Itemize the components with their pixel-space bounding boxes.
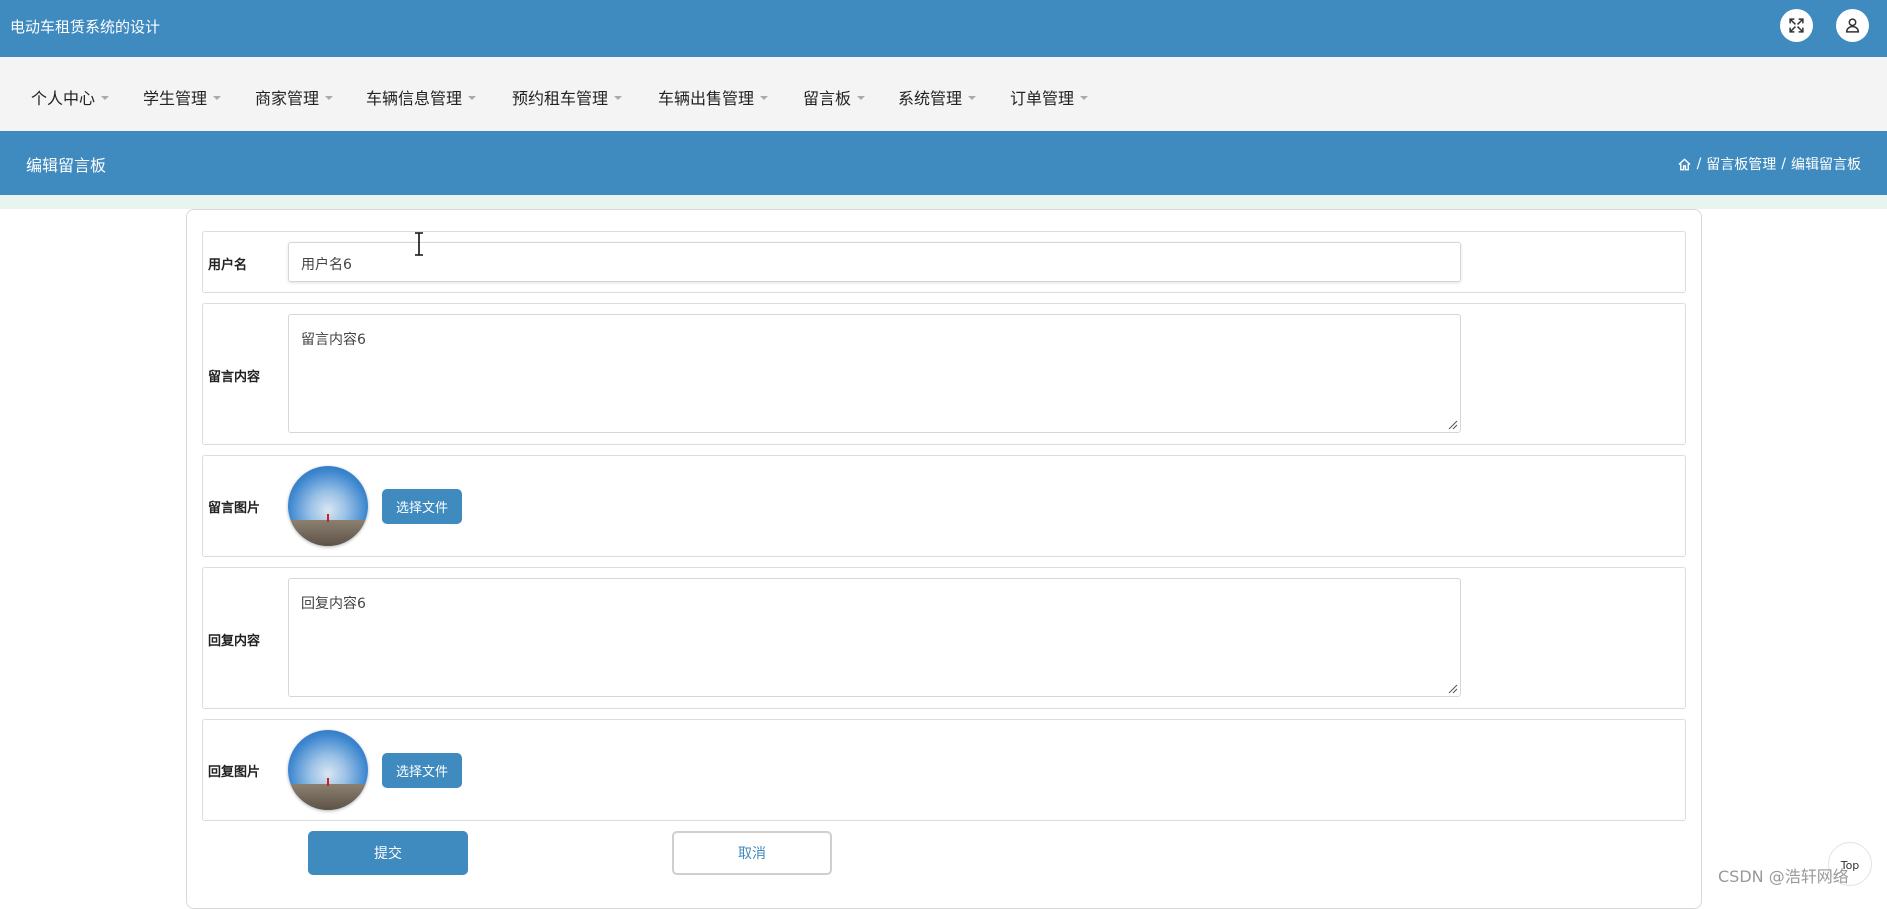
text-cursor-icon — [415, 232, 423, 256]
menu-item-label: 系统管理 — [898, 89, 963, 108]
menu-item-label: 个人中心 — [31, 89, 96, 108]
breadcrumb-item-message-board-management[interactable]: 留言板管理 — [1706, 154, 1776, 174]
thumbnail-ground — [288, 784, 368, 810]
breadcrumb-item-edit-message-board: 编辑留言板 — [1791, 157, 1861, 173]
caret-down-icon — [857, 95, 866, 100]
menu-item-label: 订单管理 — [1010, 89, 1075, 108]
breadcrumb-separator: / — [1696, 156, 1702, 172]
menu-item-orders[interactable]: 订单管理 — [1010, 85, 1089, 109]
message-image-thumbnail — [288, 466, 368, 546]
menu-item-rental-booking[interactable]: 预约租车管理 — [512, 85, 623, 109]
message-content-value: 留言内容6 — [301, 332, 366, 348]
breadcrumb-separator: / — [1781, 156, 1786, 172]
caret-down-icon — [1080, 95, 1089, 100]
menu-item-system[interactable]: 系统管理 — [898, 85, 977, 109]
thumbnail-figure — [327, 514, 329, 522]
main-menu: 个人中心 学生管理 商家管理 车辆信息管理 预约租车管理 车辆出售管理 留言板 … — [0, 57, 1887, 131]
menu-item-vehicle-sales[interactable]: 车辆出售管理 — [658, 85, 769, 109]
menu-item-students[interactable]: 学生管理 — [143, 85, 222, 109]
caret-down-icon — [101, 95, 110, 100]
menu-item-label: 商家管理 — [255, 89, 320, 108]
menu-item-merchants[interactable]: 商家管理 — [255, 85, 334, 109]
reply-content-label: 回复内容 — [208, 634, 261, 649]
menu-item-label: 留言板 — [803, 89, 852, 108]
form-row-message-image: 留言图片 选择文件 — [202, 455, 1686, 557]
user-icon — [1845, 18, 1860, 33]
resize-grip-icon[interactable] — [1446, 418, 1458, 430]
menu-item-message-board[interactable]: 留言板 — [803, 85, 866, 109]
resize-grip-icon[interactable] — [1446, 682, 1458, 694]
caret-down-icon — [325, 95, 334, 100]
fullscreen-button[interactable] — [1780, 9, 1813, 42]
form-row-message-content: 留言内容 留言内容6 — [202, 303, 1686, 445]
top-bar: 电动车租赁系统的设计 — [0, 0, 1887, 57]
menu-item-label: 预约租车管理 — [512, 89, 609, 108]
user-button[interactable] — [1836, 9, 1869, 42]
message-image-label: 留言图片 — [208, 501, 261, 516]
page-title: 编辑留言板 — [26, 156, 107, 175]
page-header: 编辑留言板 / 留言板管理 / 编辑留言板 — [0, 131, 1887, 195]
reply-image-choose-file-button[interactable]: 选择文件 — [382, 753, 462, 788]
cancel-button[interactable]: 取消 — [672, 831, 832, 875]
form-row-reply-image: 回复图片 选择文件 — [202, 719, 1686, 821]
caret-down-icon — [614, 95, 623, 100]
caret-down-icon — [468, 95, 477, 100]
breadcrumb: / 留言板管理 / 编辑留言板 — [1677, 154, 1861, 174]
caret-down-icon — [213, 95, 222, 100]
reply-content-value: 回复内容6 — [301, 596, 366, 612]
username-label: 用户名 — [208, 258, 248, 273]
submit-button[interactable]: 提交 — [308, 831, 468, 875]
thumbnail-figure — [327, 778, 329, 786]
reply-image-thumbnail — [288, 730, 368, 810]
message-image-choose-file-button[interactable]: 选择文件 — [382, 489, 462, 524]
caret-down-icon — [968, 95, 977, 100]
reply-content-textarea[interactable]: 回复内容6 — [288, 578, 1461, 697]
app-title: 电动车租赁系统的设计 — [10, 18, 161, 36]
menu-item-vehicle-info[interactable]: 车辆信息管理 — [366, 85, 477, 109]
username-input[interactable]: 用户名6 — [288, 242, 1461, 282]
menu-item-label: 学生管理 — [143, 89, 208, 108]
home-icon[interactable] — [1677, 157, 1692, 172]
caret-down-icon — [760, 95, 769, 100]
menu-item-personal-center[interactable]: 个人中心 — [31, 85, 110, 109]
thumbnail-ground — [288, 520, 368, 546]
menu-item-label: 车辆信息管理 — [366, 89, 463, 108]
header-underline-strip — [0, 195, 1887, 209]
fullscreen-icon — [1789, 18, 1804, 33]
watermark: CSDN @浩轩网络 — [1718, 867, 1849, 886]
message-content-label: 留言内容 — [208, 370, 261, 385]
message-content-textarea[interactable]: 留言内容6 — [288, 314, 1461, 433]
menu-item-label: 车辆出售管理 — [658, 89, 755, 108]
reply-image-label: 回复图片 — [208, 765, 261, 780]
form-row-reply-content: 回复内容 回复内容6 — [202, 567, 1686, 709]
